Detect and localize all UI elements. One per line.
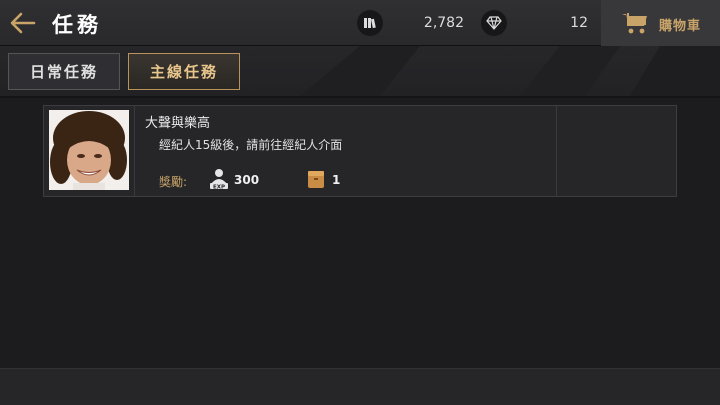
reward-label: 獎勵: bbox=[159, 175, 188, 189]
page-title: 任務 bbox=[52, 13, 102, 37]
top-bar: 任務 2,782 12 購物車 bbox=[0, 0, 720, 46]
box-icon bbox=[308, 171, 324, 188]
exp-icon: EXP bbox=[210, 169, 228, 190]
divider bbox=[0, 96, 720, 98]
quest-card[interactable]: 大聲與樂高 經紀人15級後，請前往經紀人介面 獎勵: EXP 300 1 bbox=[43, 105, 677, 197]
quest-title: 大聲與樂高 bbox=[145, 116, 211, 131]
quest-description: 經紀人15級後，請前往經紀人介面 bbox=[159, 138, 343, 152]
books-icon bbox=[357, 10, 383, 36]
arrow-left-icon bbox=[10, 12, 36, 34]
avatar bbox=[49, 110, 129, 190]
diamond-count: 12 bbox=[570, 15, 588, 31]
tab-main-quests[interactable]: 主線任務 bbox=[128, 53, 240, 90]
card-separator bbox=[134, 106, 135, 196]
svg-text:EXP: EXP bbox=[213, 184, 225, 190]
cart-label: 購物車 bbox=[659, 19, 702, 34]
books-count: 2,782 bbox=[423, 15, 464, 31]
box-reward-value: 1 bbox=[332, 173, 341, 187]
tab-daily-quests[interactable]: 日常任務 bbox=[8, 53, 120, 90]
back-button[interactable] bbox=[8, 10, 38, 36]
diamond-icon bbox=[481, 10, 507, 36]
cart-button[interactable]: 購物車 bbox=[601, 0, 720, 46]
cart-icon bbox=[622, 13, 647, 34]
tab-bar: 日常任務 主線任務 bbox=[0, 46, 720, 96]
bottom-bar bbox=[0, 368, 720, 405]
card-separator bbox=[556, 106, 557, 196]
exp-reward-value: 300 bbox=[234, 173, 260, 187]
